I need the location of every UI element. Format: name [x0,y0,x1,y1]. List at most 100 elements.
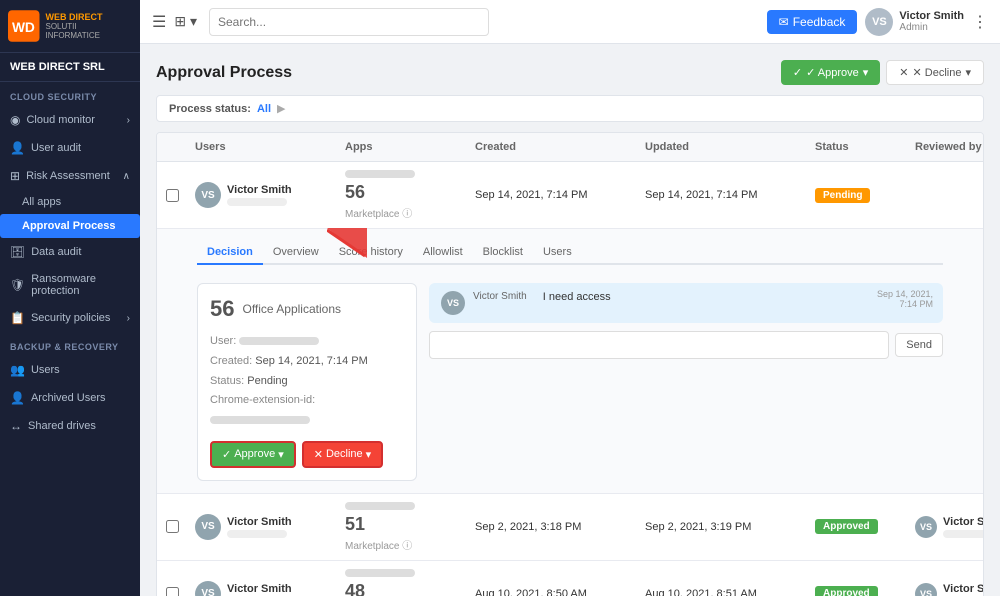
monitor-icon: ◉ [10,113,20,127]
main-area: ☰ ⊞ ▾ ✉ Feedback VS Victor Smith Admin ⋮… [140,0,1000,596]
sidebar-sub-item-approval-process[interactable]: Approval Process [0,214,140,238]
updated-cell: Aug 10, 2021, 8:51 AM [637,588,807,596]
sidebar-item-label: Shared drives [28,420,96,432]
x-icon: ✕ [314,448,323,461]
table-row[interactable]: VS Victor Smith 48 Marketplace ⓘ [157,561,983,596]
detail-created: Sep 14, 2021, 7:14 PM [255,355,368,367]
reviewed-cell: VS Victor Smith [907,583,984,596]
chevron-icon: › [127,313,130,324]
page-title: Approval Process [156,64,292,82]
user-name: Victor Smith [899,10,964,22]
chat-message: VS Victor Smith I need access Sep 14, 20… [429,283,943,323]
chevron-icon: ▾ [366,448,372,461]
sidebar-item-label: Archived Users [31,392,106,404]
sidebar-item-label: Security policies [31,312,110,324]
tab-users[interactable]: Users [533,241,582,265]
table-row[interactable]: VS Victor Smith 56 Marketplace ⓘ [157,162,983,228]
tab-overview[interactable]: Overview [263,241,329,265]
approve-detail-button[interactable]: ✓ Approve ▾ [210,441,296,468]
sidebar-sub-label: All apps [22,196,61,208]
table-row[interactable]: VS Victor Smith 51 Marketplace ⓘ [157,494,983,560]
detail-status: Pending [247,375,287,387]
detail-app-number: 56 [210,296,234,322]
app-bar [345,569,415,577]
sidebar-item-ransomware[interactable]: 🛡 Ransomware protection [0,266,140,304]
tab-allowlist[interactable]: Allowlist [413,241,473,265]
app-bar [345,502,415,510]
decline-top-button[interactable]: ✕ ✕ Decline ▾ [886,60,984,85]
app-label: Marketplace ⓘ [345,205,412,220]
chat-input[interactable] [429,331,889,359]
grid-view-icon[interactable]: ⊞ ▾ [174,13,197,30]
chat-message-text: I need access [543,291,611,303]
drives-icon: ↔ [10,419,22,433]
checkbox-cell[interactable] [157,587,187,596]
sidebar-item-shared-drives[interactable]: ↔ Shared drives [0,412,140,440]
checkbox-cell[interactable] [157,520,187,533]
th-checkbox [157,141,187,153]
search-input[interactable] [209,8,489,36]
th-created: Created [467,141,637,153]
th-reviewed: Reviewed by [907,141,984,153]
user-avatar-small: VS [195,182,221,208]
process-status-value[interactable]: All [257,103,271,115]
webdirect-logo-icon: WD [8,10,40,42]
sidebar-item-security-policies[interactable]: 📋 Security policies › [0,304,140,332]
status-badge: Approved [815,586,878,596]
sidebar-logo: WD WEB DIRECT SOLUTII INFORMATICE [0,0,140,53]
user-name-cell: Victor Smith [227,516,292,528]
tab-decision[interactable]: Decision [197,241,263,265]
grid-icon: ⊞ [10,169,20,183]
th-status: Status [807,141,907,153]
sidebar-item-label: Ransomware protection [31,273,130,297]
user-cell: VS Victor Smith [187,514,337,540]
user-avatar: VS [865,8,893,36]
created-cell: Sep 2, 2021, 3:18 PM [467,521,637,533]
row-checkbox[interactable] [166,587,179,596]
checkbox-cell[interactable] [157,189,187,202]
th-apps: Apps [337,141,467,153]
reviewer-name: Victor Smith [943,583,984,595]
chat-avatar: VS [441,291,465,315]
page-header: Approval Process ✓ ✓ Approve ▾ ✕ ✕ Decli… [156,60,984,85]
shield-icon: 🛡 [10,278,25,292]
sidebar: WD WEB DIRECT SOLUTII INFORMATICE WEB DI… [0,0,140,596]
user-bar [239,337,319,345]
app-cell: 51 Marketplace ⓘ [337,502,467,552]
detail-tabs: Decision Overview Score history Allowlis… [197,241,943,265]
tab-blocklist[interactable]: Blocklist [473,241,533,265]
page-title-actions: ✓ ✓ Approve ▾ ✕ ✕ Decline ▾ [781,60,984,85]
decline-detail-button[interactable]: ✕ Decline ▾ [302,441,383,468]
hamburger-icon[interactable]: ☰ [152,12,166,32]
approve-top-button[interactable]: ✓ ✓ Approve ▾ [781,60,880,85]
user-info[interactable]: VS Victor Smith Admin [865,8,964,36]
sidebar-item-data-audit[interactable]: 🗄 Data audit [0,238,140,266]
updated-cell: Sep 2, 2021, 3:19 PM [637,521,807,533]
sidebar-item-cloud-monitor[interactable]: ◉ Cloud monitor › [0,106,140,134]
sidebar-sub-item-all-apps[interactable]: All apps [0,190,140,214]
reviewer-avatar: VS [915,516,937,538]
send-button[interactable]: Send [895,333,943,357]
sidebar-item-label: User audit [31,142,81,154]
user-icon: 👤 [10,141,25,155]
chevron-icon: ▾ [278,448,284,461]
row-checkbox[interactable] [166,189,179,202]
feedback-button[interactable]: ✉ Feedback [767,10,858,34]
sidebar-item-user-audit[interactable]: 👤 User audit [0,134,140,162]
table-row-container-3: VS Victor Smith 48 Marketplace ⓘ [157,561,983,596]
detail-actions: ✓ Approve ▾ ✕ Decline ▾ [210,441,404,468]
more-options-icon[interactable]: ⋮ [972,12,988,32]
svg-text:WD: WD [12,20,35,35]
app-label: Marketplace ⓘ [345,537,412,552]
detail-app-name: Office Applications [242,302,341,316]
sidebar-item-users[interactable]: 👥 Users [0,356,140,384]
status-badge: Approved [815,519,878,534]
reviewed-cell: VS Victor Smith [907,516,984,538]
row-checkbox[interactable] [166,520,179,533]
arrow-icon: ▶ [277,102,285,115]
sidebar-item-risk-assessment[interactable]: ⊞ Risk Assessment ∧ [0,162,140,190]
archived-icon: 👤 [10,391,25,405]
sidebar-item-label: Cloud monitor [26,114,94,126]
app-number: 56 [345,182,365,203]
sidebar-item-archived-users[interactable]: 👤 Archived Users [0,384,140,412]
